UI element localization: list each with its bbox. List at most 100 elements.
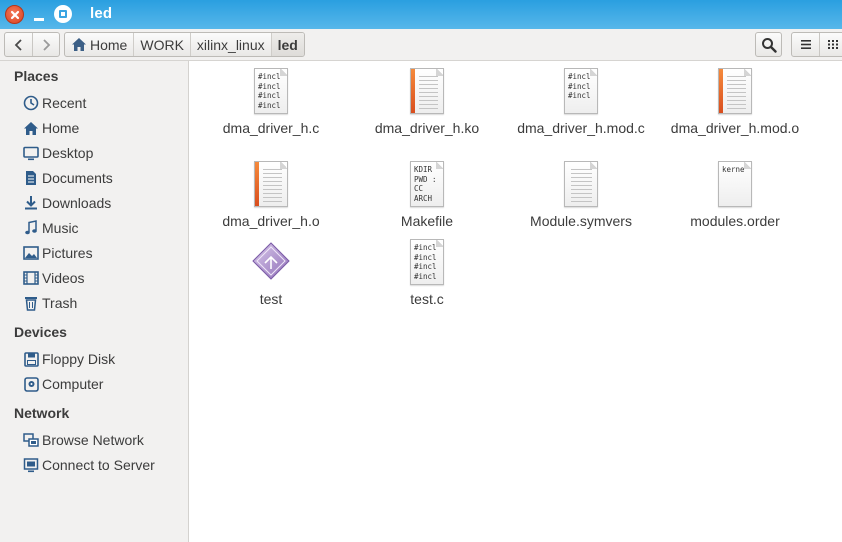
file-item[interactable]: KDIR PWD : CC ARCH Makefile <box>352 161 502 230</box>
breadcrumb: Home WORK xilinx_linux led <box>64 32 305 57</box>
list-view-icon <box>800 40 811 49</box>
chevron-left-icon <box>14 38 22 51</box>
sidebar-item-label: Documents <box>42 170 113 186</box>
sidebar-item-browse-network[interactable]: Browse Network <box>22 429 184 451</box>
floppy-icon <box>23 351 39 367</box>
sidebar-item-label: Browse Network <box>42 432 144 448</box>
close-window-button[interactable] <box>5 5 24 24</box>
close-icon <box>10 10 19 19</box>
window-title: led <box>90 5 113 22</box>
sidebar-section-devices: Devices <box>14 324 67 340</box>
music-icon <box>25 220 37 235</box>
sidebar-item-label: Trash <box>42 295 78 311</box>
file-item[interactable]: kerne modules.order <box>660 161 810 230</box>
sidebar-item-music[interactable]: Music <box>22 217 184 239</box>
file-item[interactable]: #incl #incl #incl #incl dma_driver_h.c <box>196 68 346 137</box>
sidebar-section-network: Network <box>14 405 70 421</box>
view-mode-buttons <box>791 32 842 57</box>
file-item[interactable]: dma_driver_h.mod.o <box>660 68 810 137</box>
sidebar-item-desktop[interactable]: Desktop <box>22 142 184 164</box>
breadcrumb-label: led <box>277 36 298 53</box>
network-icon <box>23 432 39 447</box>
list-view-button[interactable] <box>792 33 819 56</box>
makefile-icon: KDIR PWD : CC ARCH <box>408 161 446 207</box>
sidebar-item-downloads[interactable]: Downloads <box>22 192 184 214</box>
sidebar-item-trash[interactable]: Trash <box>22 292 184 314</box>
file-name: dma_driver_h.mod.c <box>517 120 645 136</box>
grid-view-icon <box>828 40 838 49</box>
download-icon <box>25 196 37 210</box>
breadcrumb-label: xilinx_linux <box>196 36 265 53</box>
home-icon <box>72 38 86 51</box>
file-item[interactable]: dma_driver_h.ko <box>352 68 502 137</box>
file-item[interactable]: dma_driver_h.o <box>196 161 346 230</box>
maximize-icon <box>59 10 67 18</box>
breadcrumb-label: WORK <box>140 36 184 53</box>
sidebar-item-label: Pictures <box>42 245 93 261</box>
sidebar-item-documents[interactable]: Documents <box>22 167 184 189</box>
videos-icon <box>23 271 39 285</box>
sidebar-item-label: Computer <box>42 376 104 392</box>
breadcrumb-label: Home <box>90 36 128 53</box>
server-icon <box>23 457 39 472</box>
sidebar-item-floppy-disk[interactable]: Floppy Disk <box>22 348 184 370</box>
file-item[interactable]: Module.symvers <box>506 161 656 230</box>
c-source-icon: #incl #incl #incl <box>562 68 600 114</box>
sidebar-item-videos[interactable]: Videos <box>22 267 184 289</box>
back-button[interactable] <box>5 33 32 56</box>
sidebar-item-label: Videos <box>42 270 85 286</box>
file-preview: KDIR PWD : CC ARCH <box>414 165 437 203</box>
harddisk-icon <box>23 376 39 392</box>
sidebar-item-recent[interactable]: Recent <box>22 92 184 114</box>
sidebar-item-label: Home <box>42 120 80 136</box>
file-name: Makefile <box>400 213 454 229</box>
object-file-icon <box>716 68 754 114</box>
sidebar: Places Recent Home Desktop Documents Dow… <box>0 61 189 542</box>
file-name: Module.symvers <box>530 213 632 229</box>
file-preview: #incl #incl #incl <box>568 72 591 100</box>
sidebar-item-label: Music <box>42 220 79 236</box>
sidebar-item-computer[interactable]: Computer <box>22 373 184 395</box>
search-button[interactable] <box>755 32 782 57</box>
sidebar-item-pictures[interactable]: Pictures <box>22 242 184 264</box>
file-name: test <box>259 291 283 307</box>
file-name: test.c <box>410 291 444 307</box>
maximize-window-button[interactable] <box>54 5 72 23</box>
desktop-icon <box>23 146 39 160</box>
clock-icon <box>23 95 39 111</box>
sidebar-item-home[interactable]: Home <box>22 117 184 139</box>
trash-icon <box>25 297 37 311</box>
text-file-icon: kerne <box>716 161 754 207</box>
grid-view-button[interactable] <box>819 33 842 56</box>
breadcrumb-home[interactable]: Home <box>65 33 133 56</box>
executable-icon <box>252 239 290 285</box>
file-name: dma_driver_h.c <box>222 120 320 136</box>
file-item[interactable]: #incl #incl #incl dma_driver_h.mod.c <box>506 68 656 137</box>
file-item[interactable]: test <box>196 239 346 308</box>
file-item[interactable]: #incl #incl #incl #incl test.c <box>352 239 502 308</box>
c-source-icon: #incl #incl #incl #incl <box>252 68 290 114</box>
chevron-right-icon <box>43 38 51 51</box>
breadcrumb-work[interactable]: WORK <box>133 33 190 56</box>
sidebar-item-label: Connect to Server <box>42 457 155 473</box>
file-preview: #incl #incl #incl #incl <box>258 72 281 110</box>
text-file-icon <box>562 161 600 207</box>
object-file-icon <box>408 68 446 114</box>
object-file-icon <box>252 161 290 207</box>
c-source-icon: #incl #incl #incl #incl <box>408 239 446 285</box>
toolbar: Home WORK xilinx_linux led <box>0 29 842 61</box>
file-preview: #incl #incl #incl #incl <box>414 243 437 281</box>
sidebar-section-places: Places <box>14 68 59 84</box>
file-view: #incl #incl #incl #incl dma_driver_h.c d… <box>190 61 842 542</box>
sidebar-item-label: Recent <box>42 95 87 111</box>
forward-button[interactable] <box>32 33 59 56</box>
breadcrumb-xilinx-linux[interactable]: xilinx_linux <box>189 33 271 56</box>
minimize-window-button[interactable] <box>31 7 46 22</box>
sidebar-item-connect-to-server[interactable]: Connect to Server <box>22 454 184 476</box>
file-name: modules.order <box>690 213 780 229</box>
title-bar: led <box>0 0 842 29</box>
file-name: dma_driver_h.ko <box>374 120 480 136</box>
file-name: dma_driver_h.mod.o <box>670 120 800 136</box>
search-icon <box>761 37 777 53</box>
breadcrumb-led[interactable]: led <box>270 33 304 56</box>
